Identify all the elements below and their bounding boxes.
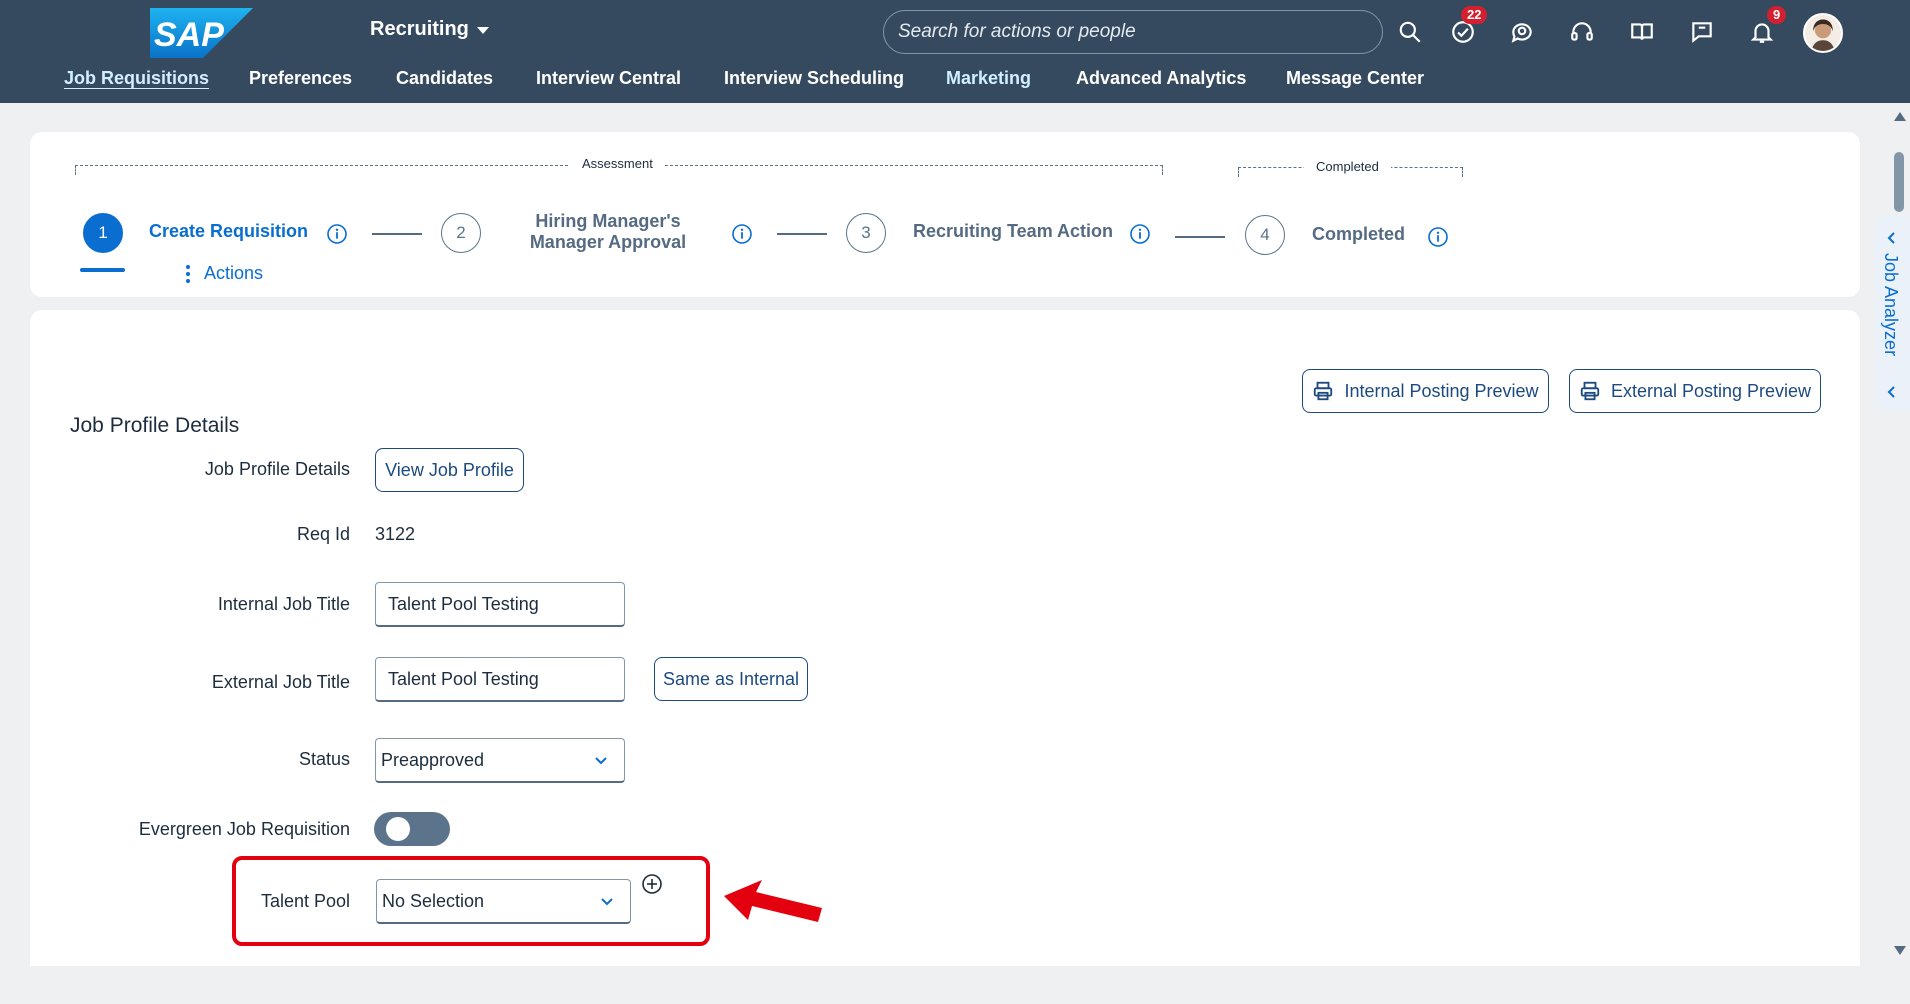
headset-icon[interactable] (1566, 16, 1598, 48)
internal-posting-preview-button[interactable]: Internal Posting Preview (1302, 369, 1549, 413)
nav-advanced-analytics[interactable]: Advanced Analytics (1076, 68, 1246, 89)
req-id-value: 3122 (375, 524, 416, 544)
caret-down-icon (476, 27, 489, 34)
shell-header: SAP Recruiting Search for actions or peo… (0, 0, 1910, 103)
search-input[interactable]: Search for actions or people (883, 10, 1383, 54)
internal-job-title-input[interactable]: Talent Pool Testing (375, 582, 625, 627)
chevron-left-icon (1887, 232, 1895, 244)
search-icon[interactable] (1394, 16, 1426, 48)
actions-menu[interactable]: Actions (186, 263, 263, 284)
nav-candidates[interactable]: Candidates (396, 68, 493, 89)
step-4-info-icon[interactable] (1427, 226, 1449, 248)
req-id-label: Req Id (296, 524, 350, 544)
scrollbar-thumb[interactable] (1894, 152, 1904, 212)
step-1-label[interactable]: Create Requisition (149, 221, 308, 242)
nav-interview-scheduling[interactable]: Interview Scheduling (724, 68, 904, 89)
chat-bot-icon[interactable] (1506, 16, 1538, 48)
add-talent-pool-icon[interactable] (641, 873, 663, 895)
step-1-circle[interactable]: 1 (83, 213, 123, 253)
toggle-knob (386, 817, 410, 841)
notification-badge: 9 (1767, 6, 1787, 24)
svg-text:SAP: SAP (154, 16, 224, 54)
chevron-down-icon (601, 898, 613, 906)
red-arrow-annotation (724, 880, 822, 922)
completed-bracket-label: Completed (1304, 159, 1391, 174)
nav-preferences[interactable]: Preferences (249, 68, 352, 89)
printer-icon (1314, 381, 1333, 401)
bottom-strip (0, 966, 1910, 1004)
stepper-card (30, 132, 1860, 297)
chevron-down-icon (595, 757, 607, 765)
sap-logo[interactable]: SAP (150, 8, 253, 58)
evergreen-job-requisition-label: Evergreen Job Requisition (138, 819, 350, 839)
scroll-down-arrow[interactable] (1894, 946, 1906, 955)
kebab-icon (186, 264, 190, 283)
step-3-info-icon[interactable] (1129, 223, 1151, 245)
user-avatar[interactable] (1803, 13, 1843, 53)
chevron-left-icon (1887, 386, 1895, 398)
step-2-circle[interactable]: 2 (441, 213, 481, 253)
status-label: Status (298, 749, 350, 769)
nav-marketing[interactable]: Marketing (946, 68, 1031, 89)
step-2-label[interactable]: Hiring Manager's Manager Approval (528, 211, 688, 253)
view-job-profile-button[interactable]: View Job Profile (375, 448, 524, 492)
internal-job-title-label: Internal Job Title (217, 594, 350, 614)
step-4-label[interactable]: Completed (1312, 224, 1405, 245)
evergreen-toggle[interactable] (374, 812, 450, 846)
step-2-info-icon[interactable] (731, 223, 753, 245)
app-switcher-label: Recruiting (370, 18, 469, 40)
job-profile-details-label: Job Profile Details (204, 459, 350, 479)
step-connector (1175, 236, 1225, 238)
job-analyzer-label: Job Analyzer (1881, 253, 1901, 357)
step-1-info-icon[interactable] (326, 223, 348, 245)
external-job-title-label: External Job Title (211, 672, 350, 692)
talent-pool-select[interactable]: No Selection (376, 879, 631, 924)
learning-book-icon[interactable] (1626, 16, 1658, 48)
same-as-internal-button[interactable]: Same as Internal (654, 657, 808, 701)
search-placeholder: Search for actions or people (898, 21, 1136, 42)
scroll-up-arrow[interactable] (1894, 112, 1906, 121)
step-connector (372, 233, 422, 235)
section-title: Job Profile Details (70, 414, 240, 437)
step-4-circle[interactable]: 4 (1245, 215, 1285, 255)
assessment-bracket-label: Assessment (570, 156, 665, 171)
printer-icon (1580, 381, 1600, 401)
todo-badge: 22 (1461, 6, 1488, 24)
step-3-label[interactable]: Recruiting Team Action (913, 221, 1113, 242)
nav-interview-central[interactable]: Interview Central (536, 68, 681, 89)
nav-job-requisitions[interactable]: Job Requisitions (64, 68, 209, 89)
nav-message-center[interactable]: Message Center (1286, 68, 1424, 89)
feedback-icon[interactable] (1686, 16, 1718, 48)
external-job-title-input[interactable]: Talent Pool Testing (375, 657, 625, 702)
job-analyzer-tab[interactable]: Job Analyzer (1875, 215, 1910, 410)
step-connector (777, 233, 827, 235)
app-switcher[interactable]: Recruiting (370, 18, 489, 41)
step-3-circle[interactable]: 3 (846, 213, 886, 253)
talent-pool-label: Talent Pool (260, 891, 350, 911)
actions-label: Actions (204, 263, 264, 283)
status-select[interactable]: Preapproved (375, 738, 625, 783)
active-step-indicator (80, 268, 125, 272)
external-posting-preview-button[interactable]: External Posting Preview (1569, 369, 1821, 413)
